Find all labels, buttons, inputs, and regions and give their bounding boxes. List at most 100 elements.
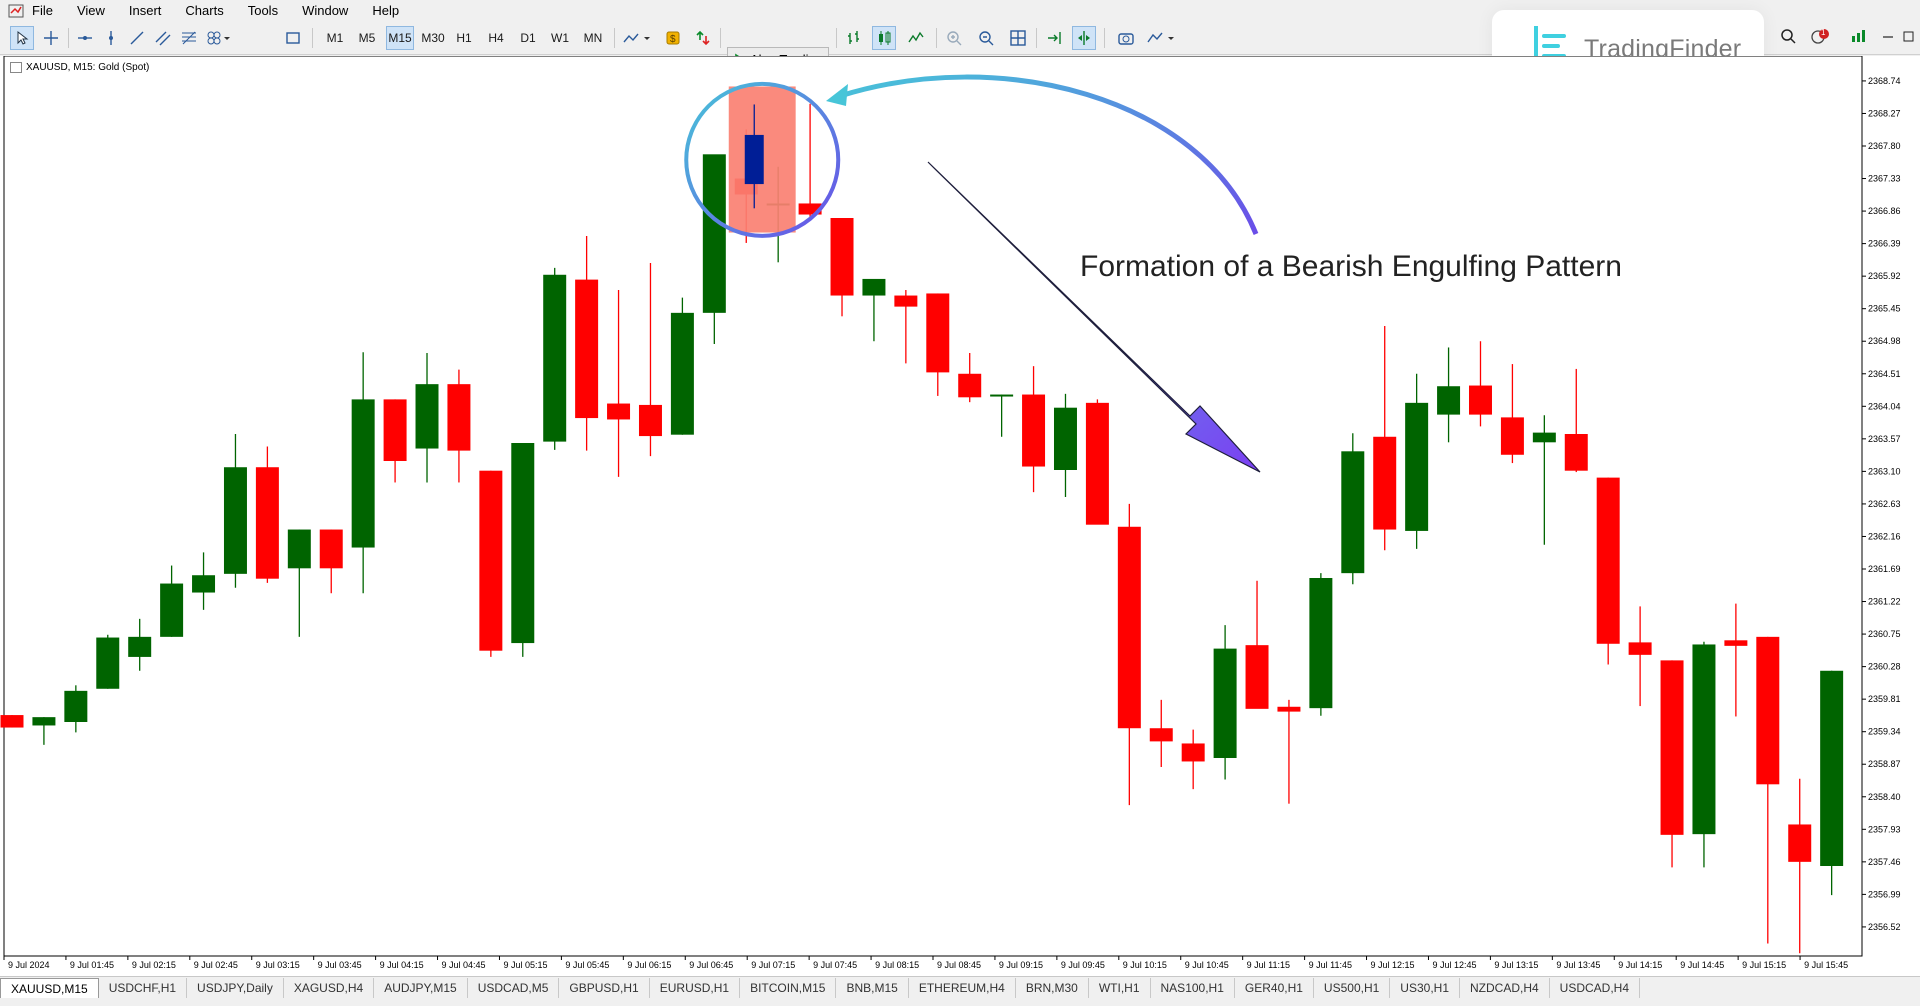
candle-body	[192, 575, 216, 593]
y-tick-label: 2368.27	[1868, 108, 1901, 118]
chart-tab[interactable]: GER40,H1	[1235, 978, 1314, 998]
y-tick-label: 2366.86	[1868, 206, 1901, 216]
candle-body	[383, 399, 407, 461]
restore-icon[interactable]	[1900, 28, 1916, 44]
chart-shift-icon[interactable]	[1072, 26, 1096, 50]
candlestick-chart-icon[interactable]	[872, 26, 896, 50]
candle-body	[160, 583, 184, 637]
chart-tab[interactable]: BRN,M30	[1016, 978, 1089, 998]
candle-body	[511, 443, 535, 644]
menu-insert[interactable]: Insert	[117, 0, 174, 22]
rectangle-icon[interactable]	[282, 26, 304, 50]
chart-tab[interactable]: XAUUSD,M15	[0, 977, 99, 999]
menu-view[interactable]: View	[65, 0, 117, 22]
timeframe-h1[interactable]: H1	[452, 26, 476, 50]
price-chart[interactable]: 2368.74 2368.27 2367.80 2367.33 2366.86 2366.…	[0, 56, 1920, 984]
x-tick-label: 9 Jul 10:15	[1123, 960, 1167, 970]
signals-icon[interactable]	[692, 26, 714, 50]
y-tick-label: 2361.22	[1868, 597, 1901, 607]
chart-tab[interactable]: BNB,M15	[836, 978, 909, 998]
chart-tab[interactable]: USDCAD,H4	[1550, 978, 1641, 998]
bar-chart-icon[interactable]	[842, 26, 866, 50]
chart-tab[interactable]: GBPUSD,H1	[559, 978, 650, 998]
timeframe-d1[interactable]: D1	[516, 26, 540, 50]
candle-body	[1022, 394, 1046, 467]
timeframe-m15[interactable]: M15	[386, 26, 414, 50]
timeframe-w1[interactable]: W1	[548, 26, 572, 50]
chart-tab[interactable]: NZDCAD,H4	[1460, 978, 1550, 998]
indicators-menu-icon[interactable]	[620, 26, 656, 50]
chart-tab[interactable]: AUDJPY,M15	[374, 978, 468, 998]
horizontal-line-icon[interactable]	[74, 26, 96, 50]
y-tick-label: 2364.98	[1868, 336, 1901, 346]
crosshair-icon[interactable]	[40, 26, 62, 50]
candle-body	[1756, 636, 1780, 785]
search-icon[interactable]	[1780, 28, 1796, 44]
candle-body	[287, 529, 311, 569]
fibonacci-icon[interactable]	[178, 26, 200, 50]
timeframe-mn[interactable]: MN	[580, 26, 606, 50]
chart-tab[interactable]: NAS100,H1	[1151, 978, 1235, 998]
chart-tab[interactable]: US500,H1	[1314, 978, 1391, 998]
x-tick-label: 9 Jul 08:45	[937, 960, 981, 970]
candle-body	[1117, 526, 1141, 729]
menu-charts[interactable]: Charts	[173, 0, 235, 22]
notifications-icon[interactable]: 1	[1810, 28, 1830, 44]
chart-tabs: XAUUSD,M15 USDCHF,H1 USDJPY,Daily XAGUSD,H4…	[0, 976, 1920, 999]
minimize-icon[interactable]	[1880, 28, 1896, 44]
zoom-out-icon[interactable]	[974, 26, 998, 50]
timeframe-m5[interactable]: M5	[354, 26, 380, 50]
chart-window[interactable]: 2368.74 2368.27 2367.80 2367.33 2366.86 2366.…	[0, 56, 1920, 984]
trendline-icon[interactable]	[126, 26, 148, 50]
menu-tools[interactable]: Tools	[236, 0, 290, 22]
candle-body	[1596, 477, 1620, 644]
chart-tab[interactable]: XAGUSD,H4	[284, 978, 375, 998]
curved-arrow-head	[826, 84, 848, 106]
candle-body	[255, 467, 279, 579]
y-tick-label: 2362.16	[1868, 531, 1901, 541]
y-tick-label: 2360.28	[1868, 662, 1901, 672]
x-tick-label: 9 Jul 05:45	[565, 960, 609, 970]
timeframe-h4[interactable]: H4	[484, 26, 508, 50]
y-tick-label: 2356.99	[1868, 889, 1901, 899]
screenshot-icon[interactable]	[1114, 26, 1138, 50]
line-chart-icon[interactable]	[904, 26, 928, 50]
templates-menu-icon[interactable]	[1144, 26, 1180, 50]
chart-tab[interactable]: USDJPY,Daily	[187, 978, 284, 998]
shapes-menu-icon[interactable]	[204, 26, 234, 50]
candle-body	[128, 636, 152, 657]
x-tick-label: 9 Jul 12:15	[1371, 960, 1415, 970]
x-tick-label: 9 Jul 13:15	[1494, 960, 1538, 970]
y-tick-label: 2358.40	[1868, 792, 1901, 802]
symbol-label: XAUUSD, M15: Gold (Spot)	[10, 62, 149, 73]
chart-tab[interactable]: USDCHF,H1	[99, 978, 188, 998]
tile-windows-icon[interactable]	[1006, 26, 1030, 50]
scroll-end-icon[interactable]	[1042, 26, 1066, 50]
x-tick-label: 9 Jul 07:45	[813, 960, 857, 970]
chart-tab[interactable]: ETHEREUM,H4	[909, 978, 1016, 998]
candle-body	[1564, 434, 1588, 471]
zoom-in-icon[interactable]	[942, 26, 966, 50]
timeframe-m1[interactable]: M1	[322, 26, 348, 50]
x-tick-label: 9 Jul 07:15	[751, 960, 795, 970]
candle-body	[1437, 386, 1461, 415]
y-tick-label: 2359.34	[1868, 727, 1901, 737]
chart-tab[interactable]: USDCAD,M5	[468, 978, 560, 998]
chart-tab[interactable]: EURUSD,H1	[650, 978, 741, 998]
candle-body	[96, 637, 120, 689]
timeframe-m30[interactable]: M30	[418, 26, 448, 50]
vertical-line-icon[interactable]	[100, 26, 122, 50]
candle-body	[830, 218, 854, 296]
x-tick-label: 9 Jul 04:45	[442, 960, 486, 970]
candle-body	[958, 373, 982, 398]
candle-body	[575, 279, 599, 419]
channel-icon[interactable]	[152, 26, 174, 50]
menu-help[interactable]: Help	[360, 0, 411, 22]
market-icon[interactable]: $	[662, 26, 684, 50]
chart-tab[interactable]: WTI,H1	[1089, 978, 1151, 998]
cursor-icon[interactable]	[10, 26, 34, 50]
chart-tab[interactable]: US30,H1	[1390, 978, 1460, 998]
candle-body	[1724, 640, 1748, 646]
chart-tab[interactable]: BITCOIN,M15	[740, 978, 837, 998]
menu-window[interactable]: Window	[290, 0, 360, 22]
